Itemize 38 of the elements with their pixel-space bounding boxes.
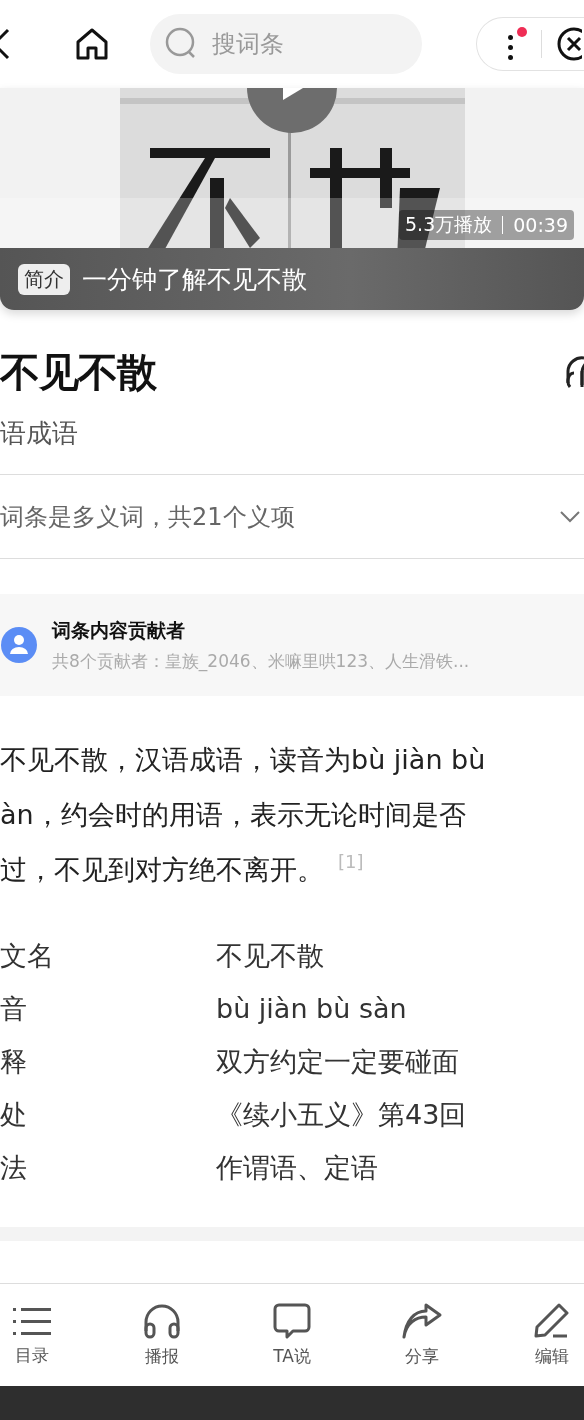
info-value: 不见不散 — [216, 938, 324, 973]
entry-category: 语成语 — [0, 417, 79, 450]
chat-bubble-icon — [273, 1302, 311, 1339]
close-icon[interactable] — [556, 26, 582, 62]
nav-item[interactable]: 编辑 — [530, 1302, 574, 1368]
intro-badge: 简介 — [18, 263, 70, 295]
info-value: bù jiàn bù sàn — [216, 993, 407, 1024]
back-icon[interactable] — [0, 26, 10, 62]
contributors-title: 词条内容贡献者 — [52, 617, 186, 643]
play-button[interactable] — [247, 88, 337, 133]
headphones-icon[interactable] — [566, 355, 584, 389]
info-label: 文名 — [0, 938, 55, 973]
share-icon — [402, 1302, 442, 1339]
avatar-icon — [0, 626, 38, 664]
pencil-icon — [533, 1302, 571, 1339]
nav-item[interactable]: 目录 — [10, 1303, 54, 1367]
info-value: 《续小五义》第43回 — [216, 1097, 467, 1132]
summary-text: àn，约会时的用语，表示无论时间是否 — [0, 798, 466, 832]
info-value: 双方约定一定要碰面 — [216, 1044, 459, 1079]
nav-item[interactable]: 播报 — [140, 1302, 184, 1368]
info-label: 法 — [0, 1150, 28, 1185]
contributors-list: 共8个贡献者：皇族_2046、米嘛里哄123、人生滑铁... — [52, 649, 470, 673]
summary-text: 过，不见到对方绝不离开。 — [0, 853, 324, 887]
video-caption: 一分钟了解不见不散 — [82, 263, 307, 296]
info-label: 处 — [0, 1097, 28, 1132]
info-label: 音 — [0, 991, 28, 1026]
contributors-card[interactable]: 词条内容贡献者 共8个贡献者：皇族_2046、米嘛里哄123、人生滑铁... — [0, 594, 584, 696]
summary-text: 不见不散，汉语成语，读音为bù jiàn bù — [0, 743, 486, 777]
play-count: 5.3万播放 — [405, 212, 493, 237]
nav-item[interactable]: 分享 — [400, 1302, 444, 1368]
senses-row[interactable]: 词条是多义词，共21个义项 — [0, 474, 584, 559]
home-icon[interactable] — [74, 26, 110, 62]
headphones-icon — [143, 1302, 181, 1339]
search-field[interactable]: 搜词条 — [150, 14, 422, 74]
video-duration: 00:39 — [513, 214, 568, 236]
info-value: 作谓语、定语 — [216, 1150, 378, 1185]
info-label: 释 — [0, 1044, 28, 1079]
nav-item[interactable]: TA说 — [270, 1302, 314, 1368]
